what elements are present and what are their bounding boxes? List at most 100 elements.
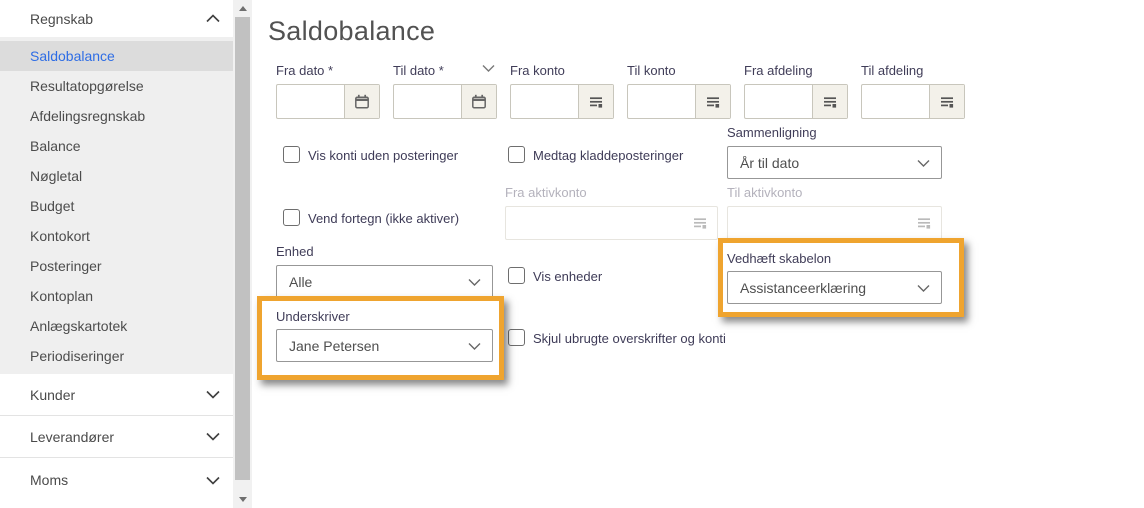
- sidebar-item-label: Afdelingsregnskab: [30, 108, 146, 124]
- sidebar-item-nogletal[interactable]: Nøgletal: [0, 161, 233, 191]
- sidebar-item-anlaegskartotek[interactable]: Anlægskartotek: [0, 311, 233, 341]
- sidebar-item-saldobalance[interactable]: Saldobalance: [0, 41, 233, 71]
- sidebar-item-kontokort[interactable]: Kontokort: [0, 221, 233, 251]
- sidebar-group-label: Moms: [30, 472, 69, 488]
- checkbox-box[interactable]: [508, 329, 525, 346]
- fra-dato-calendar-button[interactable]: [344, 85, 379, 118]
- sidebar-item-label: Posteringer: [30, 258, 102, 274]
- vedhaeft-skabelon-label: Vedhæft skabelon: [727, 251, 832, 266]
- vedhaeft-skabelon-value: Assistanceerklæring: [740, 279, 867, 296]
- chevron-down-icon: [206, 476, 220, 485]
- fra-konto-label: Fra konto: [510, 63, 565, 78]
- fra-afdeling-field-group: Fra afdeling: [744, 62, 848, 119]
- enhed-group: Enhed Alle: [276, 243, 493, 298]
- enhed-value: Alle: [289, 273, 313, 290]
- sidebar-group-regnskab[interactable]: Regnskab: [0, 0, 233, 37]
- fra-aktivkonto-fieldbox: [505, 206, 718, 240]
- underskriver-group: Underskriver Jane Petersen: [262, 301, 499, 362]
- sammenligning-value: År til dato: [740, 154, 800, 171]
- til-aktivkonto-fieldbox: [727, 206, 942, 240]
- til-afdeling-lookup-button[interactable]: [929, 85, 964, 118]
- til-konto-field-group: Til konto: [627, 62, 731, 119]
- til-konto-input[interactable]: [628, 85, 695, 118]
- calendar-icon: [472, 94, 486, 109]
- fra-dato-fieldbox: [276, 84, 380, 119]
- sammenligning-select[interactable]: År til dato: [727, 146, 942, 179]
- main-content: Saldobalance Fra dato * Til dato * Fra k…: [252, 0, 1144, 508]
- sidebar-group-leverandorer[interactable]: Leverandører: [0, 416, 233, 458]
- sidebar-item-label: Periodiseringer: [30, 348, 125, 364]
- scroll-down-button[interactable]: [233, 491, 252, 508]
- fra-afdeling-input[interactable]: [745, 85, 812, 118]
- list-lookup-icon: [707, 96, 720, 108]
- list-lookup-icon: [590, 96, 603, 108]
- sidebar-group-label: Leverandører: [30, 428, 115, 445]
- checkbox-box[interactable]: [508, 146, 525, 163]
- app-window: Regnskab Saldobalance Resultatopgørelse …: [0, 0, 1144, 508]
- sammenligning-group: Sammenligning År til dato: [727, 124, 942, 179]
- fra-konto-field-group: Fra konto: [510, 62, 614, 119]
- date-preset-chevron-icon[interactable]: [482, 64, 495, 73]
- sidebar-item-periodiseringer[interactable]: Periodiseringer: [0, 341, 233, 371]
- enhed-label: Enhed: [276, 244, 314, 259]
- til-konto-lookup-button[interactable]: [695, 85, 730, 118]
- til-afdeling-field-group: Til afdeling: [861, 62, 965, 119]
- underskriver-select[interactable]: Jane Petersen: [276, 329, 493, 362]
- checkbox-label: Vis konti uden posteringer: [308, 148, 459, 163]
- checkbox-vis-konti-uden-posteringer[interactable]: Vis konti uden posteringer: [283, 146, 458, 163]
- fra-afdeling-fieldbox: [744, 84, 848, 119]
- sidebar-group-label: Kunder: [30, 386, 76, 403]
- checkbox-box[interactable]: [283, 209, 300, 226]
- checkbox-label: Medtag kladdeposteringer: [533, 148, 684, 163]
- sidebar-item-afdelingsregnskab[interactable]: Afdelingsregnskab: [0, 101, 233, 131]
- fra-afdeling-label: Fra afdeling: [744, 63, 813, 78]
- sidebar-item-posteringer[interactable]: Posteringer: [0, 251, 233, 281]
- fra-afdeling-lookup-button[interactable]: [812, 85, 847, 118]
- checkbox-box[interactable]: [508, 267, 525, 284]
- sidebar-group-kunder[interactable]: Kunder: [0, 374, 233, 416]
- list-lookup-icon: [941, 96, 954, 108]
- fra-konto-input[interactable]: [511, 85, 578, 118]
- scrollbar-thumb[interactable]: [235, 17, 250, 480]
- fra-dato-input[interactable]: [277, 85, 344, 118]
- til-dato-calendar-button[interactable]: [461, 85, 496, 118]
- chevron-down-icon: [468, 279, 481, 286]
- enhed-select[interactable]: Alle: [276, 265, 493, 298]
- list-lookup-icon: [824, 96, 837, 108]
- vedhaeft-skabelon-select[interactable]: Assistanceerklæring: [727, 271, 942, 304]
- til-dato-input[interactable]: [394, 85, 461, 118]
- fra-konto-lookup-button[interactable]: [578, 85, 613, 118]
- til-aktivkonto-lookup-button: [906, 207, 941, 239]
- sidebar-item-kontoplan[interactable]: Kontoplan: [0, 281, 233, 311]
- fra-aktivkonto-lookup-button: [682, 207, 717, 239]
- sidebar-scrollbar[interactable]: [233, 0, 252, 508]
- til-afdeling-input[interactable]: [862, 85, 929, 118]
- sidebar: Regnskab Saldobalance Resultatopgørelse …: [0, 0, 233, 508]
- sidebar-item-resultatopgorelse[interactable]: Resultatopgørelse: [0, 71, 233, 101]
- sidebar-item-label: Balance: [30, 138, 81, 154]
- fra-aktivkonto-group: Fra aktivkonto: [505, 184, 718, 240]
- sidebar-item-label: Saldobalance: [30, 48, 115, 64]
- list-lookup-icon: [693, 218, 706, 229]
- sidebar-item-budget[interactable]: Budget: [0, 191, 233, 221]
- sidebar-group-moms[interactable]: Moms: [0, 458, 233, 502]
- til-dato-field-group: Til dato *: [393, 62, 497, 119]
- sammenligning-label: Sammenligning: [727, 125, 817, 140]
- regnskab-submenu: Saldobalance Resultatopgørelse Afdelings…: [0, 37, 233, 374]
- chevron-down-icon: [917, 285, 930, 292]
- sidebar-item-balance[interactable]: Balance: [0, 131, 233, 161]
- checkbox-skjul-ubrugte[interactable]: Skjul ubrugte overskrifter og konti: [508, 329, 726, 346]
- highlight-box-vedhaeft-skabelon: Vedhæft skabelon Assistanceerklæring: [718, 238, 964, 317]
- calendar-icon: [355, 94, 369, 109]
- checkbox-medtag-kladdeposteringer[interactable]: Medtag kladdeposteringer: [508, 146, 683, 163]
- chevron-down-icon: [206, 390, 220, 399]
- fra-aktivkonto-label: Fra aktivkonto: [505, 185, 587, 200]
- checkbox-box[interactable]: [283, 146, 300, 163]
- underskriver-value: Jane Petersen: [289, 337, 380, 354]
- sidebar-item-label: Resultatopgørelse: [30, 78, 144, 94]
- checkbox-vend-fortegn[interactable]: Vend fortegn (ikke aktiver): [283, 209, 459, 226]
- scroll-up-button[interactable]: [233, 0, 252, 17]
- checkbox-vis-enheder[interactable]: Vis enheder: [508, 267, 602, 284]
- checkbox-label: Vend fortegn (ikke aktiver): [308, 211, 460, 226]
- underskriver-label: Underskriver: [276, 309, 350, 324]
